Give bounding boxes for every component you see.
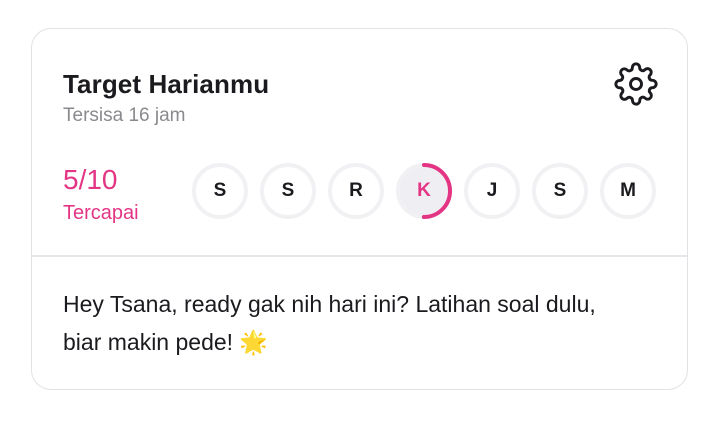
- gear-icon: [614, 62, 658, 106]
- day-label: M: [620, 180, 636, 201]
- motivation-message: Hey Tsana, ready gak nih hari ini? Latih…: [63, 291, 596, 355]
- day-5[interactable]: S: [532, 163, 588, 219]
- progress-label: Tercapai: [63, 202, 139, 224]
- card-title: Target Harianmu: [63, 69, 270, 99]
- day-3[interactable]: K: [396, 163, 452, 219]
- day-6[interactable]: M: [600, 163, 656, 219]
- day-label: J: [486, 180, 498, 201]
- time-remaining: Tersisa 16 jam: [63, 105, 186, 126]
- day-label: S: [281, 180, 295, 201]
- day-4[interactable]: J: [464, 163, 520, 219]
- daily-target-card: Target Harianmu Tersisa 16 jam 5/10 Terc…: [31, 28, 688, 390]
- day-label: R: [349, 180, 363, 201]
- weekday-tracker: SSRKJSM: [192, 163, 656, 219]
- day-label: K: [417, 180, 431, 201]
- settings-button[interactable]: [614, 62, 658, 106]
- day-1[interactable]: S: [260, 163, 316, 219]
- day-0[interactable]: S: [192, 163, 248, 219]
- divider: [32, 255, 687, 257]
- day-2[interactable]: R: [328, 163, 384, 219]
- progress-count: 5/10: [63, 164, 118, 195]
- day-label: S: [213, 180, 227, 201]
- day-label: S: [553, 180, 567, 201]
